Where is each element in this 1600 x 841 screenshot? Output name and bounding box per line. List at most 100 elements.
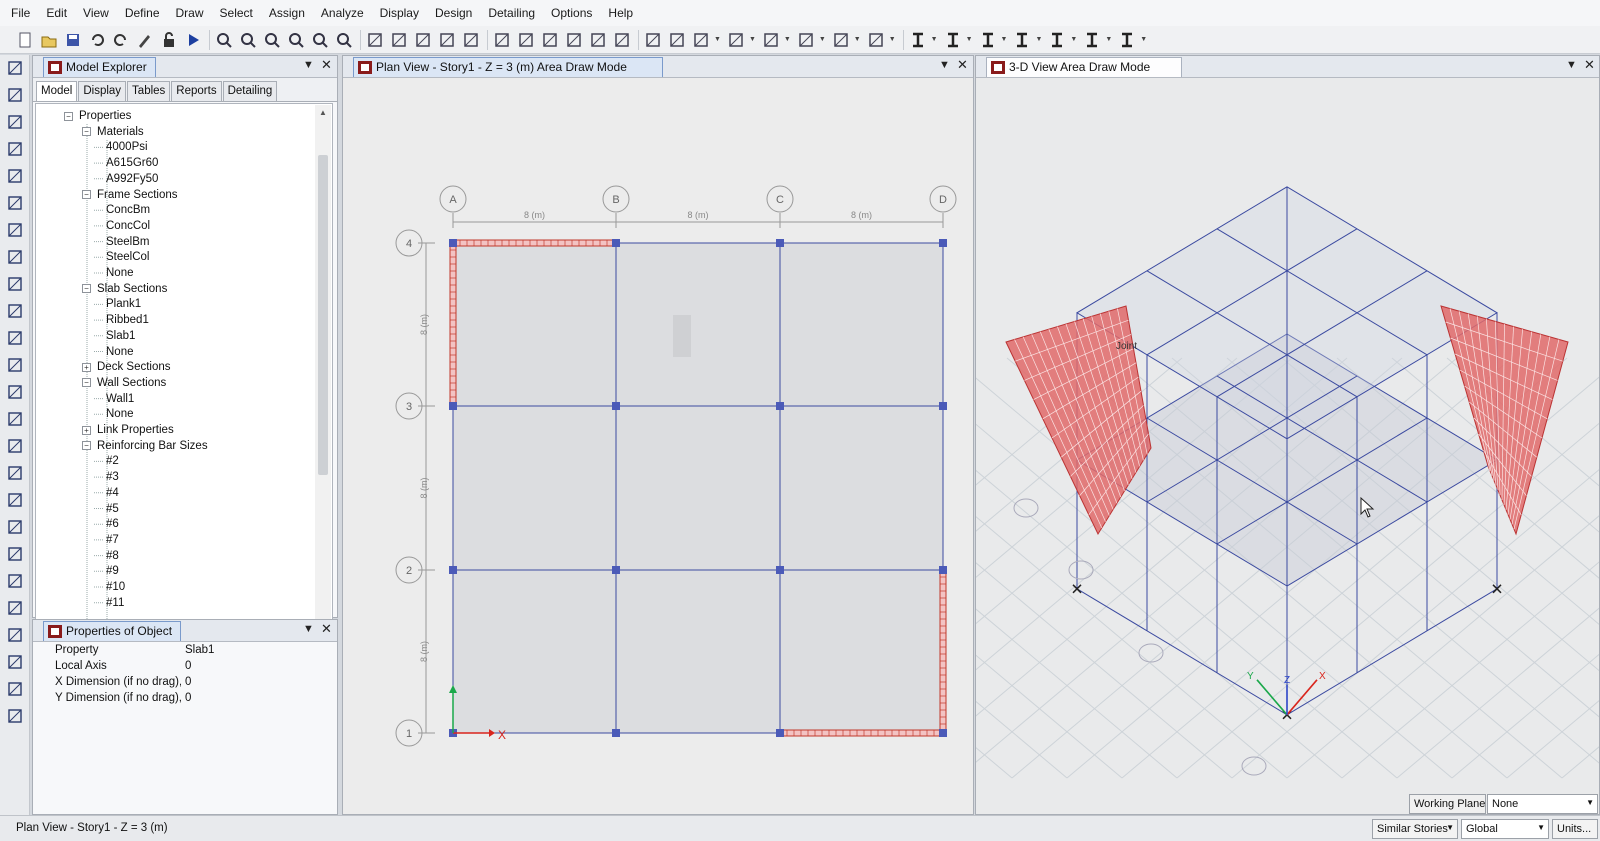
shear-wall[interactable] (939, 569, 947, 734)
chevron-down-icon[interactable]: ▼ (819, 36, 826, 43)
chevron-down-icon[interactable]: ▼ (966, 36, 973, 43)
joint[interactable] (449, 566, 457, 574)
zoom-out-button[interactable] (261, 29, 283, 51)
joint[interactable] (449, 239, 457, 247)
chevron-down-icon[interactable]: ▼ (714, 36, 721, 43)
view-3d-button[interactable] (364, 29, 386, 51)
joint[interactable] (939, 402, 947, 410)
draw-area-button[interactable] (795, 29, 817, 51)
elevation-view-button[interactable] (412, 29, 434, 51)
view-3d-canvas[interactable]: Joint X Y Z (976, 78, 1599, 814)
collapse-icon[interactable]: − (82, 127, 91, 137)
tree-item[interactable]: Wall1 (106, 391, 134, 407)
collapse-icon[interactable]: − (82, 284, 91, 294)
zoom-in-button[interactable] (237, 29, 259, 51)
menu-detailing[interactable]: Detailing (483, 6, 546, 20)
shrink-button[interactable] (587, 29, 609, 51)
draw-rect-area-tool[interactable] (4, 273, 26, 295)
snap-intersect-tool[interactable] (4, 651, 26, 673)
draw-wall-stack-tool[interactable] (4, 354, 26, 376)
chevron-down-icon[interactable]: ▼ (1070, 36, 1077, 43)
menu-analyze[interactable]: Analyze (316, 6, 375, 20)
new-model-button[interactable] (14, 29, 36, 51)
tree-item[interactable]: + Deck Sections (82, 359, 171, 375)
tree-item[interactable]: #2 (106, 453, 119, 469)
tree-item[interactable]: + Link Properties (82, 422, 174, 438)
property-value[interactable]: 0 (181, 660, 191, 676)
section-double-button[interactable] (1116, 29, 1138, 51)
snap-grid-tool[interactable] (4, 705, 26, 727)
joint[interactable] (939, 566, 947, 574)
panel-dropdown-icon[interactable]: ▼ (1566, 59, 1577, 71)
collapse-icon[interactable]: − (82, 190, 91, 199)
plan-view-canvas[interactable]: A 8 (m) B 8 (m) C 8 (m) D 4 8 (m) 3 8 (m) 2 8 (m) 1 X (343, 78, 973, 814)
collapse-icon[interactable]: − (82, 378, 91, 388)
menu-draw[interactable]: Draw (171, 6, 215, 20)
draw-grid-tool[interactable] (4, 435, 26, 457)
tree-item[interactable]: #3 (106, 469, 119, 485)
section-box-button[interactable] (942, 29, 964, 51)
draw-link-tool[interactable] (4, 408, 26, 430)
close-icon[interactable]: ✕ (321, 621, 332, 637)
draw-beam-button[interactable] (690, 29, 712, 51)
property-row[interactable]: X Dimension (if no drag), m0 (35, 676, 333, 692)
tree-item[interactable]: #10 (106, 579, 125, 595)
open-button[interactable] (38, 29, 60, 51)
shear-wall[interactable] (449, 242, 457, 407)
close-icon[interactable]: ✕ (957, 57, 968, 73)
draw-line-tool[interactable] (4, 111, 26, 133)
slab-area[interactable] (453, 243, 943, 733)
chevron-down-icon[interactable]: ▼ (1105, 36, 1112, 43)
set-display-button[interactable] (563, 29, 585, 51)
menu-options[interactable]: Options (546, 6, 603, 20)
stories-select[interactable]: Similar Stories ▼ (1372, 819, 1458, 839)
menu-display[interactable]: Display (375, 6, 430, 20)
snap-point-tool[interactable] (4, 570, 26, 592)
pan-button[interactable] (333, 29, 355, 51)
chevron-down-icon[interactable]: ▼ (784, 36, 791, 43)
property-value[interactable]: 0 (181, 676, 191, 692)
panel-dropdown-icon[interactable]: ▼ (303, 623, 314, 635)
property-row[interactable]: Y Dimension (if no drag), m0 (35, 692, 333, 708)
tree-item[interactable]: − Reinforcing Bar Sizes (82, 438, 208, 454)
zoom-window-button[interactable] (213, 29, 235, 51)
tree-item[interactable]: Ribbed1 (106, 312, 149, 328)
joint[interactable] (776, 729, 784, 737)
model-explorer-tab[interactable]: Model Explorer (43, 56, 156, 77)
draw-brace-button[interactable] (666, 29, 688, 51)
tab-detailing[interactable]: Detailing (222, 81, 278, 101)
view-3d-tab[interactable]: 3-D View Area Draw Mode (986, 56, 1182, 77)
draw-opening-tool[interactable] (4, 381, 26, 403)
working-plane-select[interactable]: None ▼ (1487, 794, 1598, 814)
section-c-button[interactable] (1011, 29, 1033, 51)
collapse-icon[interactable]: − (82, 441, 91, 451)
section-channel-button[interactable] (1081, 29, 1103, 51)
property-value[interactable]: Slab1 (181, 644, 214, 660)
reshape-tool[interactable] (4, 84, 26, 106)
property-row[interactable]: Property Slab1 (35, 644, 333, 660)
select-prev-tool[interactable] (4, 489, 26, 511)
tree-item[interactable]: Slab1 (106, 328, 135, 344)
panel-dropdown-icon[interactable]: ▼ (303, 59, 314, 71)
scroll-thumb[interactable] (318, 155, 328, 475)
section-t-button[interactable] (977, 29, 999, 51)
menu-define[interactable]: Define (120, 6, 171, 20)
move-up-button[interactable] (491, 29, 513, 51)
zoom-prev-button[interactable] (309, 29, 331, 51)
menu-assign[interactable]: Assign (264, 6, 316, 20)
joint[interactable] (939, 729, 947, 737)
draw-region-tool[interactable] (4, 300, 26, 322)
tab-model[interactable]: Model (36, 81, 78, 101)
tree-item[interactable]: #4 (106, 485, 119, 501)
chevron-down-icon[interactable]: ▼ (749, 36, 756, 43)
tree-item[interactable]: ConcCol (106, 218, 150, 234)
snap-line-tool[interactable] (4, 597, 26, 619)
chevron-down-icon[interactable]: ▼ (1140, 36, 1147, 43)
chevron-down-icon[interactable]: ▼ (1001, 36, 1008, 43)
property-value[interactable]: 0 (181, 692, 191, 708)
menu-edit[interactable]: Edit (41, 6, 78, 20)
undo-button[interactable] (86, 29, 108, 51)
tree-item[interactable]: 4000Psi (106, 139, 148, 155)
select-pointer-tool[interactable] (4, 57, 26, 79)
plan-view-tab[interactable]: Plan View - Story1 - Z = 3 (m) Area Draw… (353, 56, 663, 77)
